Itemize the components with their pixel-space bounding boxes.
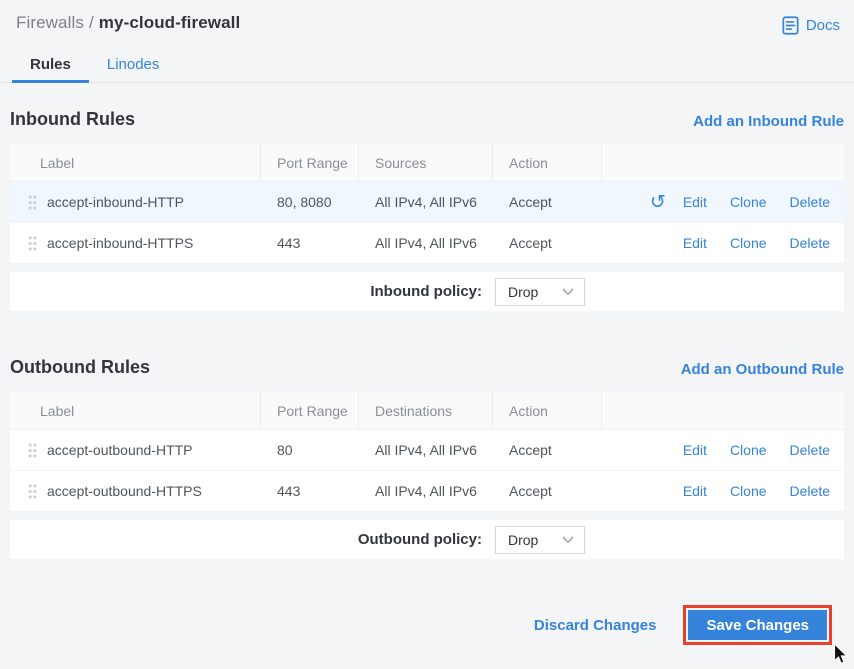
inbound-policy-value: Drop [508, 283, 539, 300]
delete-button[interactable]: Delete [790, 235, 830, 251]
outbound-policy-select[interactable]: Drop [495, 525, 585, 554]
inbound-section-head: Inbound Rules Add an Inbound Rule [10, 109, 844, 130]
rule-action: Accept [509, 194, 552, 210]
discard-changes-button[interactable]: Discard Changes [534, 617, 657, 634]
content: Inbound Rules Add an Inbound Rule Label … [10, 109, 844, 645]
add-inbound-rule-button[interactable]: Add an Inbound Rule [693, 113, 844, 130]
edit-button[interactable]: Edit [683, 194, 707, 210]
table-row-accept-inbound-https: accept-inbound-HTTPS 443 All IPv4, All I… [10, 223, 844, 264]
rule-port-range: 80, 8080 [277, 194, 332, 210]
rule-label: accept-inbound-HTTP [47, 194, 184, 210]
row-actions: ↺ Edit Clone Delete [602, 192, 844, 212]
column-header-actions-empty [602, 144, 844, 181]
rule-addresses: All IPv4, All IPv6 [375, 194, 477, 210]
inbound-rules-table: Label Port Range Sources Action accept-i [10, 144, 844, 264]
docs-link[interactable]: Docs [782, 16, 840, 35]
inbound-policy-row: Inbound policy: Drop [10, 272, 844, 311]
clone-button[interactable]: Clone [730, 483, 767, 499]
table-row-accept-outbound-http: accept-outbound-HTTP 80 All IPv4, All IP… [10, 430, 844, 471]
delete-button[interactable]: Delete [790, 194, 830, 210]
rule-action: Accept [509, 483, 552, 499]
save-highlight-outline: Save Changes [683, 605, 832, 645]
outbound-policy-row: Outbound policy: Drop [10, 520, 844, 559]
column-header-label: Label [10, 392, 261, 429]
column-header-action: Action [493, 392, 602, 429]
tab-linodes[interactable]: Linodes [89, 50, 178, 82]
column-header-actions-empty [602, 392, 844, 429]
rule-addresses: All IPv4, All IPv6 [375, 442, 477, 458]
label-cell: accept-inbound-HTTPS [10, 235, 261, 252]
label-cell: accept-outbound-HTTP [10, 442, 261, 459]
delete-button[interactable]: Delete [790, 442, 830, 458]
clone-button[interactable]: Clone [730, 194, 767, 210]
breadcrumb-separator: / [88, 13, 94, 32]
table-row-accept-inbound-http: accept-inbound-HTTP 80, 8080 All IPv4, A… [10, 182, 844, 223]
rule-port-range: 443 [277, 235, 301, 251]
delete-button[interactable]: Delete [790, 483, 830, 499]
breadcrumb: Firewalls / my-cloud-firewall [16, 13, 240, 33]
rule-addresses: All IPv4, All IPv6 [375, 235, 477, 251]
inbound-table-header: Label Port Range Sources Action [10, 144, 844, 182]
save-changes-button[interactable]: Save Changes [688, 610, 827, 640]
column-header-label: Label [10, 144, 261, 181]
clone-button[interactable]: Clone [730, 235, 767, 251]
tab-bar: Rules Linodes [0, 50, 854, 83]
rule-addresses: All IPv4, All IPv6 [375, 483, 477, 499]
rule-action: Accept [509, 235, 552, 251]
outbound-rules-title: Outbound Rules [10, 357, 150, 377]
outbound-rules-table: Label Port Range Destinations Action acc [10, 392, 844, 512]
label-cell: accept-outbound-HTTPS [10, 483, 261, 500]
rule-action: Accept [509, 442, 552, 458]
rule-port-range: 443 [277, 483, 301, 499]
outbound-table-header: Label Port Range Destinations Action [10, 392, 844, 430]
add-outbound-rule-button[interactable]: Add an Outbound Rule [681, 361, 844, 378]
tab-linodes-label: Linodes [106, 56, 160, 73]
inbound-rules-title: Inbound Rules [10, 109, 135, 129]
footer-actions: Discard Changes Save Changes [10, 605, 832, 645]
rule-label: accept-outbound-HTTP [47, 442, 193, 458]
breadcrumb-firewalls-link[interactable]: Firewalls [16, 13, 84, 32]
chevron-down-icon [562, 288, 574, 295]
drag-handle-icon[interactable] [27, 235, 38, 252]
top-bar: Firewalls / my-cloud-firewall Docs [0, 0, 854, 35]
docs-icon [782, 16, 799, 35]
edit-button[interactable]: Edit [683, 235, 707, 251]
drag-handle-icon[interactable] [27, 194, 38, 211]
rule-label: accept-outbound-HTTPS [47, 483, 202, 499]
inbound-policy-label: Inbound policy: [370, 283, 482, 300]
inbound-policy-select[interactable]: Drop [495, 277, 585, 306]
breadcrumb-current-firewall: my-cloud-firewall [98, 13, 241, 32]
row-actions: Edit Clone Delete [602, 483, 844, 499]
column-header-port-range: Port Range [261, 392, 359, 429]
outbound-section-head: Outbound Rules Add an Outbound Rule [10, 357, 844, 378]
edit-button[interactable]: Edit [683, 442, 707, 458]
mouse-cursor-icon [833, 643, 848, 664]
outbound-policy-value: Drop [508, 531, 539, 548]
rule-label: accept-inbound-HTTPS [47, 235, 194, 251]
column-header-port-range: Port Range [261, 144, 359, 181]
chevron-down-icon [562, 536, 574, 543]
table-row-accept-outbound-https: accept-outbound-HTTPS 443 All IPv4, All … [10, 471, 844, 512]
edit-button[interactable]: Edit [683, 483, 707, 499]
tab-rules[interactable]: Rules [12, 50, 89, 83]
tab-rules-label: Rules [30, 56, 71, 73]
outbound-policy-label: Outbound policy: [357, 531, 482, 548]
rule-port-range: 80 [277, 442, 293, 458]
docs-label: Docs [805, 17, 840, 34]
firewall-detail-page: Firewalls / my-cloud-firewall Docs Rules L… [0, 0, 854, 669]
clone-button[interactable]: Clone [730, 442, 767, 458]
row-actions: Edit Clone Delete [602, 442, 844, 458]
drag-handle-icon[interactable] [27, 442, 38, 459]
column-header-sources: Sources [359, 144, 493, 181]
column-header-destinations: Destinations [359, 392, 493, 429]
row-actions: Edit Clone Delete [602, 235, 844, 251]
undo-icon[interactable]: ↺ [650, 192, 666, 212]
label-cell: accept-inbound-HTTP [10, 194, 261, 211]
drag-handle-icon[interactable] [27, 483, 38, 500]
column-header-action: Action [493, 144, 602, 181]
